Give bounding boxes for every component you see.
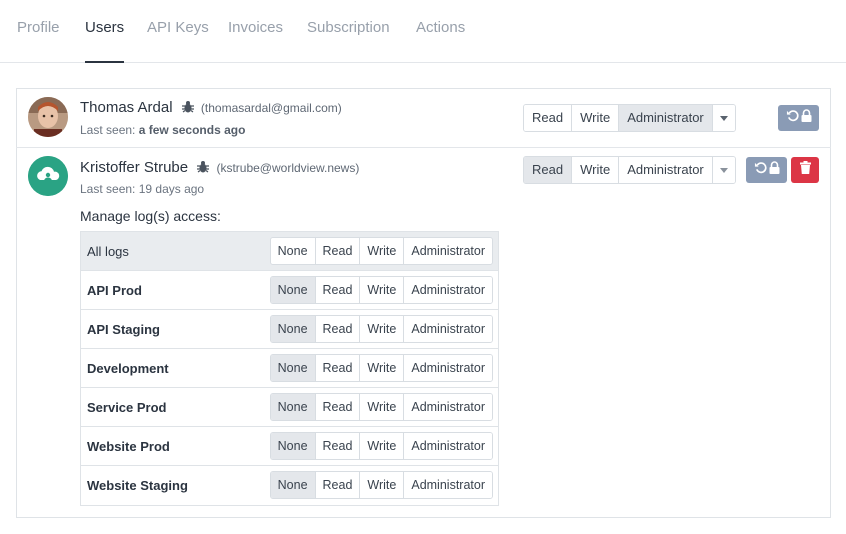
role-read-button[interactable]: Read: [524, 105, 573, 131]
access-write-button[interactable]: Write: [360, 394, 405, 420]
tab-subscription[interactable]: Subscription: [307, 19, 390, 62]
access-none-button[interactable]: None: [270, 316, 316, 342]
reset-password-button[interactable]: [746, 157, 787, 183]
reset-password-button[interactable]: [778, 105, 819, 131]
lock-icon: [801, 109, 812, 127]
access-write-button[interactable]: Write: [360, 433, 405, 459]
access-read-button[interactable]: Read: [315, 433, 361, 459]
access-selector: None Read Write Administrator: [269, 393, 493, 421]
user-email: (thomasardal@gmail.com): [200, 101, 342, 115]
last-seen: Last seen: 19 days ago: [80, 182, 204, 196]
access-read-button[interactable]: Read: [315, 277, 361, 303]
user-name-kristoffer: Kristoffer Strube (kstrube@worldview.new…: [80, 159, 359, 178]
last-seen-prefix: Last seen:: [80, 182, 139, 196]
role-write-button[interactable]: Write: [572, 105, 620, 131]
user-name-text: Kristoffer Strube: [80, 159, 189, 176]
role-administrator-button[interactable]: Administrator: [619, 157, 713, 183]
access-selector: None Read Write Administrator: [269, 276, 493, 304]
bug-icon: [196, 160, 210, 178]
tab-api-keys[interactable]: API Keys: [147, 19, 209, 62]
access-none-button[interactable]: None: [270, 277, 316, 303]
last-seen-prefix: Last seen:: [80, 123, 139, 137]
access-read-button[interactable]: Read: [315, 316, 361, 342]
table-row-all-logs: All logs None Read Write Administrator: [81, 232, 498, 271]
log-name: Website Staging: [87, 478, 188, 493]
table-row: API Staging None Read Write Administrato…: [81, 310, 498, 349]
lock-icon: [769, 161, 780, 179]
role-administrator-button[interactable]: Administrator: [619, 105, 713, 131]
role-read-button[interactable]: Read: [524, 157, 573, 183]
tab-profile[interactable]: Profile: [17, 19, 60, 62]
user-divider: [16, 147, 831, 148]
role-selector: Read Write Administrator: [523, 104, 736, 132]
undo-icon: [786, 109, 799, 127]
delete-user-button[interactable]: [791, 157, 819, 183]
trash-icon: [799, 161, 811, 179]
bug-icon: [181, 100, 195, 118]
manage-access-title: Manage log(s) access:: [80, 208, 221, 224]
undo-icon: [754, 161, 767, 179]
access-administrator-button[interactable]: Administrator: [404, 238, 492, 264]
access-administrator-button[interactable]: Administrator: [404, 316, 492, 342]
log-name: Development: [87, 361, 169, 376]
access-write-button[interactable]: Write: [360, 355, 405, 381]
tab-bar: Profile Users API Keys Invoices Subscrip…: [0, 0, 846, 63]
access-administrator-button[interactable]: Administrator: [404, 355, 492, 381]
access-write-button[interactable]: Write: [360, 277, 405, 303]
access-none-button[interactable]: None: [270, 472, 316, 498]
access-selector: None Read Write Administrator: [269, 432, 493, 460]
table-row: Development None Read Write Administrato…: [81, 349, 498, 388]
access-administrator-button[interactable]: Administrator: [404, 433, 492, 459]
access-administrator-button[interactable]: Administrator: [404, 394, 492, 420]
access-read-button[interactable]: Read: [315, 238, 361, 264]
access-none-button[interactable]: None: [270, 394, 316, 420]
tab-invoices[interactable]: Invoices: [228, 19, 283, 62]
access-read-button[interactable]: Read: [315, 472, 361, 498]
tab-users[interactable]: Users: [85, 19, 125, 63]
access-administrator-button[interactable]: Administrator: [404, 277, 492, 303]
access-write-button[interactable]: Write: [360, 316, 405, 342]
access-administrator-button[interactable]: Administrator: [404, 472, 492, 498]
access-none-button[interactable]: None: [270, 355, 316, 381]
log-name: Service Prod: [87, 400, 167, 415]
role-write-button[interactable]: Write: [572, 157, 620, 183]
log-name: API Prod: [87, 283, 142, 298]
log-name: All logs: [87, 244, 129, 259]
access-none-button[interactable]: None: [270, 433, 316, 459]
last-seen: Last seen: a few seconds ago: [80, 123, 245, 137]
user-name-text: Thomas Ardal: [80, 99, 173, 116]
last-seen-value: a few seconds ago: [138, 123, 246, 137]
user-email: (kstrube@worldview.news): [216, 161, 360, 175]
access-read-button[interactable]: Read: [315, 394, 361, 420]
access-selector: None Read Write Administrator: [269, 471, 493, 499]
access-write-button[interactable]: Write: [360, 472, 405, 498]
access-write-button[interactable]: Write: [360, 238, 405, 264]
tab-actions[interactable]: Actions: [416, 19, 465, 62]
chevron-down-icon[interactable]: [712, 105, 735, 131]
access-selector: None Read Write Administrator: [269, 237, 493, 265]
chevron-down-icon[interactable]: [712, 157, 735, 183]
access-read-button[interactable]: Read: [315, 355, 361, 381]
log-access-table: All logs None Read Write Administrator A…: [80, 231, 499, 506]
table-row: Service Prod None Read Write Administrat…: [81, 388, 498, 427]
table-row: Website Staging None Read Write Administ…: [81, 466, 498, 505]
last-seen-value: 19 days ago: [138, 182, 205, 196]
avatar-photo: [28, 97, 68, 137]
role-selector: Read Write Administrator: [523, 156, 736, 184]
table-row: API Prod None Read Write Administrator: [81, 271, 498, 310]
avatar-default: [28, 156, 68, 196]
access-none-button[interactable]: None: [270, 238, 316, 264]
access-selector: None Read Write Administrator: [269, 315, 493, 343]
log-name: Website Prod: [87, 439, 170, 454]
table-row: Website Prod None Read Write Administrat…: [81, 427, 498, 466]
user-name-thomas: Thomas Ardal (thomasardal@gmail.com): [80, 99, 342, 118]
access-selector: None Read Write Administrator: [269, 354, 493, 382]
log-name: API Staging: [87, 322, 160, 337]
